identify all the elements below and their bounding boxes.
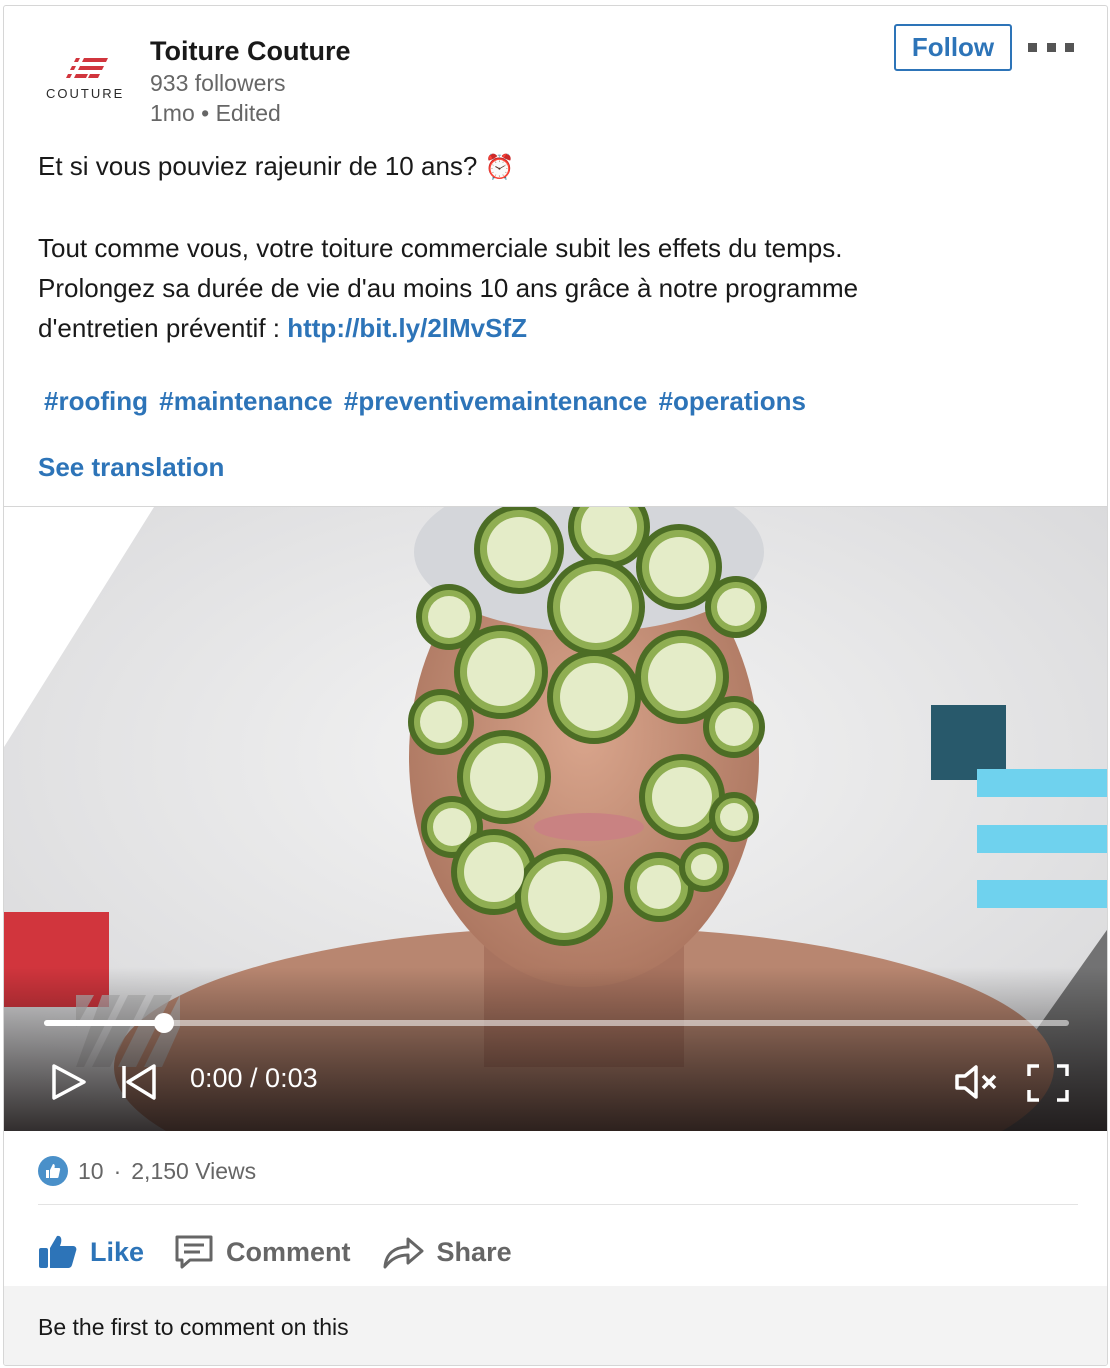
- hashtag-operations[interactable]: #operations: [659, 386, 806, 416]
- comment-icon: [175, 1235, 213, 1269]
- see-translation-link[interactable]: See translation: [38, 452, 224, 483]
- company-name[interactable]: Toiture Couture: [150, 36, 350, 67]
- post-meta: 1mo • Edited: [150, 100, 281, 127]
- video-player[interactable]: 0:00 / 0:03: [4, 506, 1107, 1131]
- post-line-4: d'entretien préventif : http://bit.ly/2l…: [38, 308, 1078, 348]
- share-button[interactable]: Share: [381, 1234, 512, 1270]
- comment-prompt-text: Be the first to comment on this: [38, 1314, 349, 1340]
- post-line-2: Tout comme vous, votre toiture commercia…: [38, 233, 843, 263]
- play-icon[interactable]: [50, 1063, 88, 1106]
- skip-back-icon[interactable]: [120, 1063, 158, 1106]
- linkedin-post-card: COUTURE Toiture Couture 933 followers 1m…: [3, 5, 1108, 1366]
- post-line-1: Et si vous pouviez rajeunir de 10 ans? ⏰: [38, 146, 1078, 188]
- video-progress-bar[interactable]: [44, 1013, 1069, 1033]
- divider: [38, 1204, 1078, 1205]
- post-link[interactable]: http://bit.ly/2lMvSfZ: [287, 313, 527, 343]
- count-separator: ·: [113, 1157, 122, 1184]
- hashtag-roofing[interactable]: #roofing: [44, 386, 148, 416]
- like-reaction-icon[interactable]: [38, 1156, 68, 1186]
- comment-prompt-bar[interactable]: Be the first to comment on this: [4, 1286, 1107, 1365]
- post-line-4-prefix: d'entretien préventif :: [38, 313, 288, 343]
- post-actions: Like Comment Share: [38, 1224, 542, 1280]
- alarm-clock-emoji: ⏰: [484, 154, 515, 181]
- mute-icon[interactable]: [954, 1063, 1000, 1106]
- comment-button[interactable]: Comment: [174, 1234, 351, 1270]
- social-counts: 10 · 2,150 Views: [38, 1156, 256, 1186]
- fullscreen-icon[interactable]: [1026, 1063, 1070, 1108]
- ellipsis-icon[interactable]: [1028, 38, 1074, 56]
- hashtag-preventivemaintenance[interactable]: #preventivemaintenance: [344, 386, 647, 416]
- post-line-1-text: Et si vous pouviez rajeunir de 10 ans?: [38, 151, 478, 181]
- logo-text: COUTURE: [46, 86, 125, 101]
- meta-separator: •: [201, 100, 216, 126]
- comment-label: Comment: [226, 1236, 351, 1267]
- post-body: Et si vous pouviez rajeunir de 10 ans? ⏰…: [38, 146, 1078, 348]
- video-time: 0:00 / 0:03: [190, 1063, 318, 1093]
- edited-label: Edited: [215, 100, 281, 126]
- like-button[interactable]: Like: [38, 1234, 144, 1270]
- hashtag-list: #roofing #maintenance #preventivemainten…: [44, 386, 810, 417]
- hashtag-maintenance[interactable]: #maintenance: [159, 386, 332, 416]
- view-count[interactable]: 2,150 Views: [131, 1158, 256, 1185]
- share-label: Share: [436, 1236, 512, 1267]
- video-progress-knob[interactable]: [153, 1013, 174, 1033]
- company-logo[interactable]: COUTURE: [44, 54, 136, 114]
- like-count[interactable]: 10: [78, 1158, 104, 1185]
- video-progress-fill: [44, 1020, 164, 1026]
- like-label: Like: [90, 1236, 145, 1267]
- follower-count: 933 followers: [150, 70, 286, 96]
- share-arrow-icon: [383, 1237, 424, 1269]
- post-age: 1mo: [150, 100, 195, 126]
- post-line-3: Prolongez sa durée de vie d'au moins 10 …: [38, 273, 859, 303]
- follow-button[interactable]: Follow: [894, 24, 1012, 71]
- video-frame: [4, 507, 1107, 1131]
- couture-logo-mark: [66, 58, 108, 78]
- thumbs-up-icon: [39, 1235, 77, 1268]
